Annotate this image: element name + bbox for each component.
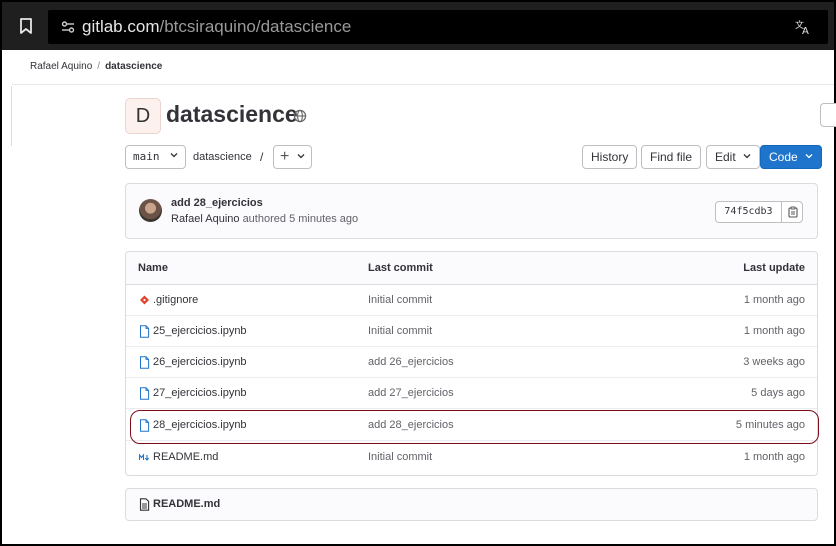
branch-selector[interactable]: main xyxy=(125,145,187,169)
file-name-link[interactable]: 27_ejercicios.ipynb xyxy=(153,387,247,399)
file-name-link[interactable]: .gitignore xyxy=(153,294,198,306)
code-label: Code xyxy=(769,150,798,164)
file-commit-link[interactable]: Initial commit xyxy=(368,451,432,463)
add-to-tree-button[interactable]: + xyxy=(273,145,312,169)
commit-meta: Rafael Aquino authored 5 minutes ago xyxy=(171,213,358,225)
file-icon xyxy=(139,498,150,511)
column-header-name: Name xyxy=(138,262,168,274)
breadcrumb-item-project[interactable]: datascience xyxy=(105,61,162,72)
commit-time: 5 minutes ago xyxy=(289,213,359,225)
chevron-down-icon xyxy=(805,154,813,159)
table-row[interactable]: 27_ejercicios.ipynb add 27_ejercicios 5 … xyxy=(126,378,817,409)
column-header-last-update: Last update xyxy=(743,262,805,274)
chevron-down-icon xyxy=(743,154,751,159)
find-file-button[interactable]: Find file xyxy=(641,145,702,169)
bookmark-icon[interactable] xyxy=(16,16,36,36)
file-name-link[interactable]: 26_ejercicios.ipynb xyxy=(153,356,247,368)
file-commit-link[interactable]: Initial commit xyxy=(368,294,432,306)
readme-title-link[interactable]: README.md xyxy=(153,498,220,510)
file-updated: 5 minutes ago xyxy=(735,419,805,431)
svg-text:A: A xyxy=(802,26,809,36)
file-commit-link[interactable]: add 28_ejercicios xyxy=(368,419,454,431)
history-button[interactable]: History xyxy=(582,145,638,169)
site-info-icon[interactable] xyxy=(60,19,76,35)
last-commit-card: add 28_ejercicios Rafael Aquino authored… xyxy=(125,183,818,239)
file-icon xyxy=(140,419,150,432)
table-row[interactable]: 26_ejercicios.ipynb add 26_ejercicios 3 … xyxy=(126,347,817,378)
commit-sha[interactable]: 74f5cdb3 xyxy=(716,202,782,222)
file-name-link[interactable]: 28_ejercicios.ipynb xyxy=(153,419,247,431)
file-updated: 3 weeks ago xyxy=(743,356,805,368)
chevron-down-icon xyxy=(297,154,305,159)
globe-icon xyxy=(293,109,307,123)
header-action-button[interactable] xyxy=(820,103,836,127)
git-icon xyxy=(140,295,149,305)
table-header: Name Last commit Last update xyxy=(126,252,817,285)
table-row[interactable]: .gitignore Initial commit 1 month ago xyxy=(126,285,817,316)
branch-label: main xyxy=(133,150,160,163)
browser-toolbar: gitlab.com/btcsiraquino/datascience 文 A xyxy=(2,2,834,50)
code-dropdown-button[interactable]: Code xyxy=(760,145,823,169)
file-commit-link[interactable]: add 26_ejercicios xyxy=(368,356,454,368)
readme-card: README.md xyxy=(125,488,818,521)
file-updated: 1 month ago xyxy=(743,451,805,463)
commit-author-link[interactable]: Rafael Aquino xyxy=(171,213,240,225)
address-bar[interactable]: gitlab.com/btcsiraquino/datascience 文 A xyxy=(48,10,828,44)
url-host: gitlab.com xyxy=(82,17,160,36)
commit-sha-group: 74f5cdb3 xyxy=(715,201,803,223)
plus-icon: + xyxy=(280,148,290,165)
url-text[interactable]: gitlab.com/btcsiraquino/datascience xyxy=(82,17,351,37)
file-commit-link[interactable]: add 27_ejercicios xyxy=(368,387,454,399)
file-icon xyxy=(140,356,150,369)
file-icon xyxy=(140,325,150,338)
page-title: datascience xyxy=(166,101,298,127)
breadcrumb-separator: / xyxy=(97,61,101,72)
file-commit-link[interactable]: Initial commit xyxy=(368,325,432,337)
avatar[interactable] xyxy=(139,199,162,222)
translate-icon[interactable]: 文 A xyxy=(794,18,812,36)
sidebar-edge xyxy=(4,86,12,146)
path-separator: / xyxy=(260,150,264,164)
app-window: gitlab.com/btcsiraquino/datascience 文 A … xyxy=(0,0,836,546)
project-avatar: D xyxy=(125,98,161,134)
repo-path-link[interactable]: datascience xyxy=(193,151,252,163)
table-row[interactable]: README.md Initial commit 1 month ago xyxy=(126,442,817,473)
breadcrumb-divider xyxy=(12,84,834,85)
file-name-link[interactable]: README.md xyxy=(153,451,218,463)
commit-message-link[interactable]: add 28_ejercicios xyxy=(171,197,263,209)
file-updated: 1 month ago xyxy=(743,325,805,337)
file-name-link[interactable]: 25_ejercicios.ipynb xyxy=(153,325,247,337)
commit-action: authored xyxy=(242,213,286,225)
chevron-down-icon xyxy=(170,153,178,158)
file-tree-table: Name Last commit Last update .gitignore … xyxy=(125,251,818,476)
file-updated: 5 days ago xyxy=(751,387,805,399)
edit-dropdown-button[interactable]: Edit xyxy=(706,145,761,169)
breadcrumb-item-owner[interactable]: Rafael Aquino xyxy=(30,61,92,72)
table-row[interactable]: 28_ejercicios.ipynb add 28_ejercicios 5 … xyxy=(126,410,817,441)
url-path: /btcsiraquino/datascience xyxy=(159,17,352,36)
copy-icon[interactable] xyxy=(787,206,799,218)
markdown-icon xyxy=(139,453,150,461)
column-header-last-commit: Last commit xyxy=(368,262,433,274)
file-updated: 1 month ago xyxy=(743,294,805,306)
table-row[interactable]: 25_ejercicios.ipynb Initial commit 1 mon… xyxy=(126,316,817,347)
breadcrumb: Rafael Aquino / datascience xyxy=(30,61,162,72)
edit-label: Edit xyxy=(715,150,736,164)
file-icon xyxy=(140,387,150,400)
